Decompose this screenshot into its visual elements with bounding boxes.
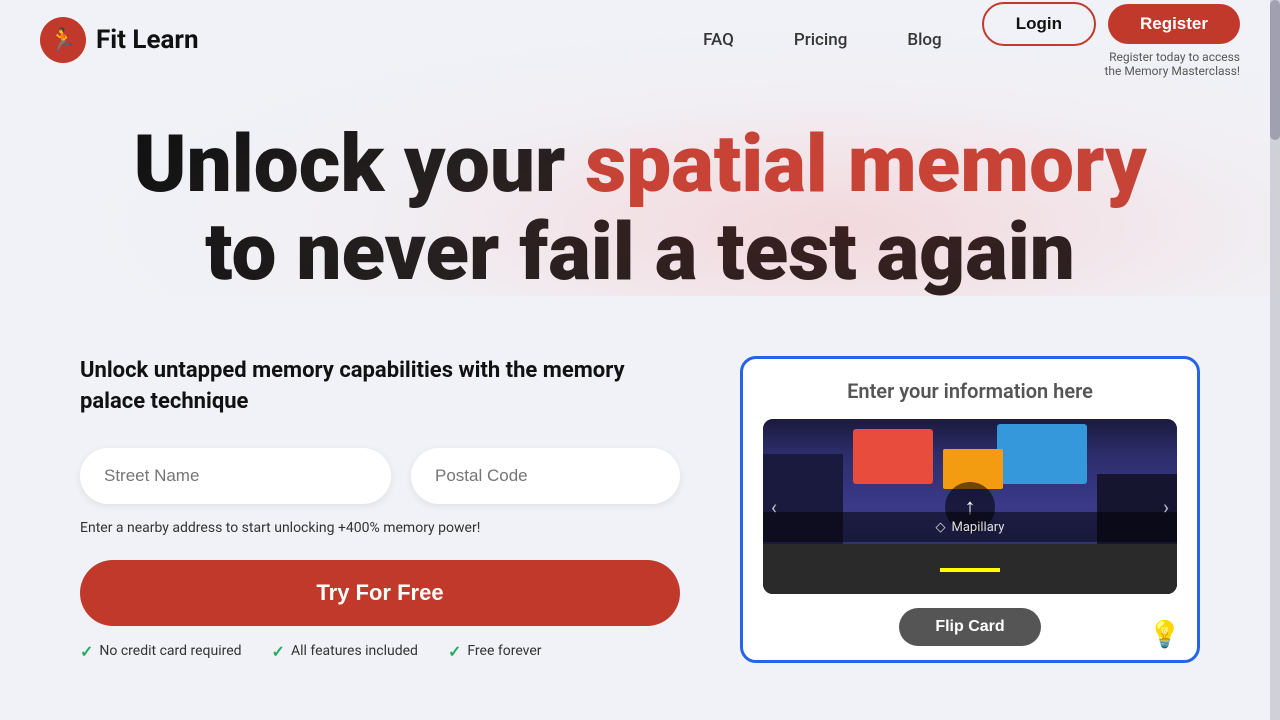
register-subtext: Register today to access the Memory Mast… bbox=[1104, 50, 1240, 78]
feature-label-3: Free forever bbox=[467, 643, 541, 659]
address-hint: Enter a nearby address to start unlockin… bbox=[80, 520, 680, 536]
check-icon-3: ✓ bbox=[448, 642, 461, 661]
nav-pricing[interactable]: Pricing bbox=[794, 30, 848, 50]
card-footer: Flip Card 💡 bbox=[743, 594, 1197, 660]
try-free-button[interactable]: Try For Free bbox=[80, 560, 680, 626]
address-inputs bbox=[80, 448, 680, 504]
card-image: ↑ ‹ › ◇ Mapillary bbox=[763, 419, 1177, 594]
left-panel: Unlock untapped memory capabilities with… bbox=[80, 356, 680, 661]
scrollbar-thumb[interactable] bbox=[1270, 0, 1280, 140]
street-input[interactable] bbox=[80, 448, 391, 504]
feature-no-cc: ✓ No credit card required bbox=[80, 642, 242, 661]
nav-links: FAQ Pricing Blog bbox=[703, 30, 942, 50]
check-icon-2: ✓ bbox=[272, 642, 285, 661]
scrollbar[interactable] bbox=[1270, 0, 1280, 720]
flip-card-button[interactable]: Flip Card bbox=[899, 608, 1040, 646]
nav-actions: Login Register Register today to access … bbox=[982, 2, 1240, 78]
billboard-2 bbox=[997, 424, 1087, 484]
hero-section: Unlock your spatial memory to never fail… bbox=[0, 80, 1280, 296]
login-button[interactable]: Login bbox=[982, 2, 1096, 46]
left-subtitle: Unlock untapped memory capabilities with… bbox=[80, 356, 680, 418]
nav-faq[interactable]: FAQ bbox=[703, 30, 734, 50]
mapillary-label: Mapillary bbox=[952, 520, 1005, 535]
logo-icon: 🏃 bbox=[40, 17, 86, 63]
navbar: 🏃 Fit Learn FAQ Pricing Blog Login Regis… bbox=[0, 0, 1280, 80]
road-center-line bbox=[940, 568, 1000, 572]
mapillary-bar: ◇ Mapillary bbox=[763, 512, 1177, 542]
mapillary-icon: ◇ bbox=[936, 520, 946, 535]
hero-title: Unlock your spatial memory to never fail… bbox=[80, 120, 1200, 296]
logo-text: Fit Learn bbox=[96, 25, 199, 55]
billboard-1 bbox=[853, 429, 933, 484]
road bbox=[763, 544, 1177, 594]
feature-label-1: No credit card required bbox=[99, 643, 241, 659]
check-icon-1: ✓ bbox=[80, 642, 93, 661]
register-button[interactable]: Register bbox=[1108, 4, 1240, 44]
card-header: Enter your information here bbox=[743, 359, 1197, 419]
bulb-icon: 💡 bbox=[1149, 620, 1181, 650]
feature-label-2: All features included bbox=[291, 643, 418, 659]
logo-link[interactable]: 🏃 Fit Learn bbox=[40, 17, 199, 63]
features-row: ✓ No credit card required ✓ All features… bbox=[80, 642, 680, 661]
postal-input[interactable] bbox=[411, 448, 680, 504]
feature-free-forever: ✓ Free forever bbox=[448, 642, 542, 661]
feature-all-features: ✓ All features included bbox=[272, 642, 418, 661]
right-panel: Enter your information here ↑ ‹ › ◇ Mapi… bbox=[740, 356, 1200, 663]
auth-buttons: Login Register bbox=[982, 2, 1240, 46]
nav-blog[interactable]: Blog bbox=[907, 30, 941, 50]
main-content: Unlock untapped memory capabilities with… bbox=[0, 356, 1280, 663]
street-scene: ↑ ‹ › ◇ Mapillary bbox=[763, 419, 1177, 594]
